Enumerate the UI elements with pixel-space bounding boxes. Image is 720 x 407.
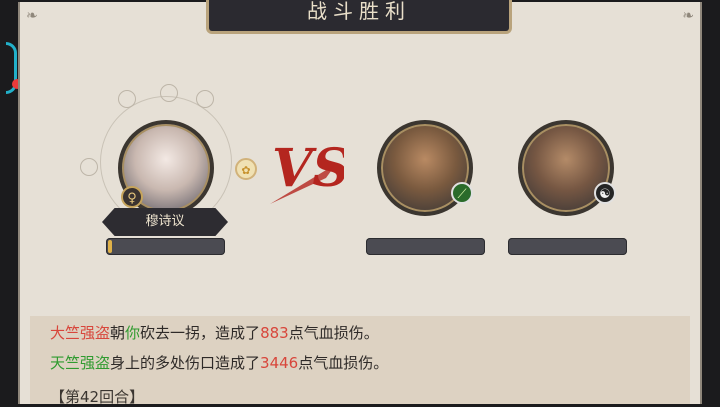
enemy-2-hp-bar — [508, 238, 627, 255]
sword-icon: ⟋ — [451, 182, 473, 204]
log-damage-value: 3446 — [260, 354, 299, 372]
log-text: 砍去一拐，造成了 — [140, 324, 261, 342]
log-line: 天竺强盗身上的多处伤口造成了3446点气血损伤。 — [50, 352, 388, 373]
log-line: 大竺强盗朝你砍去一拐，造成了883点气血损伤。 — [50, 322, 379, 343]
corner-ornament-left-icon: ❧ — [26, 8, 38, 24]
log-text: 点气血损伤。 — [298, 354, 389, 372]
female-symbol-icon: ♀ — [121, 186, 143, 208]
vs-emblem: VS — [270, 138, 344, 204]
halo-ring-icon — [160, 84, 178, 102]
halo-ring-icon — [196, 90, 214, 108]
hero-hp-fill — [108, 240, 112, 253]
enemy-1-hp-bar — [366, 238, 485, 255]
yin-yang-icon: ☯ — [594, 182, 616, 204]
combat-log[interactable]: 大竺强盗朝你砍去一拐，造成了883点气血损伤。 天竺强盗身上的多处伤口造成了34… — [30, 316, 690, 406]
log-damage-value: 883 — [260, 324, 289, 342]
log-text: 点气血损伤。 — [288, 324, 379, 342]
log-actor: 天竺强盗 — [50, 354, 111, 372]
flower-icon: ✿ — [235, 158, 257, 180]
hero-name-plate: 穆诗议 — [102, 208, 228, 236]
page-title: 战斗胜利 — [307, 0, 411, 23]
log-actor: 大竺强盗 — [50, 324, 111, 342]
halo-ring-icon — [118, 90, 136, 108]
corner-ornament-right-icon: ❧ — [682, 8, 694, 24]
vs-text: VS — [272, 138, 344, 199]
log-text: 朝 — [110, 324, 126, 342]
hero-name: 穆诗议 — [145, 214, 185, 229]
halo-ring-icon — [80, 158, 98, 176]
hero-hp-bar — [106, 238, 225, 255]
log-target: 你 — [125, 324, 141, 342]
log-text: 身上的多处伤口造成了 — [110, 354, 261, 372]
title-banner: 战斗胜利 — [206, 0, 512, 34]
